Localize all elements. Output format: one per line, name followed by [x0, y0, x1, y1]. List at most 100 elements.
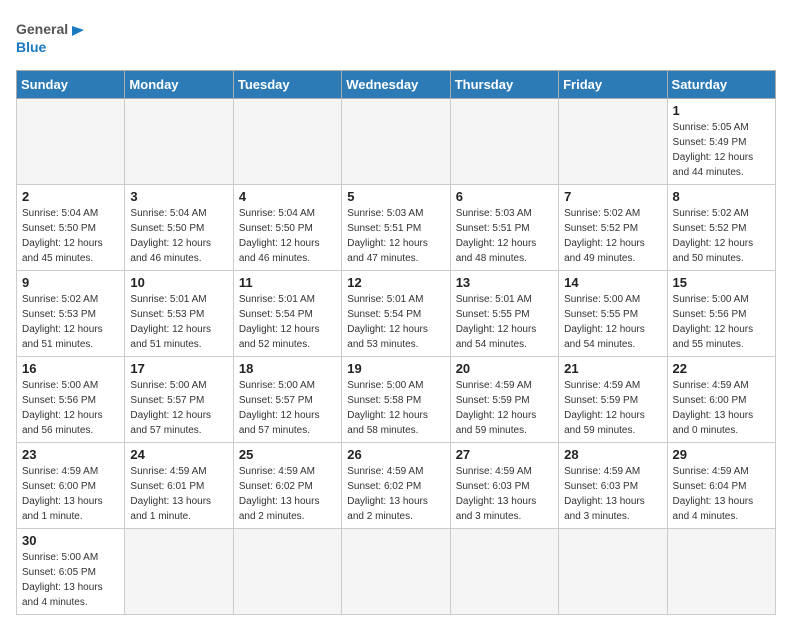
day-info: Sunrise: 5:00 AMSunset: 5:56 PMDaylight:… — [673, 292, 770, 352]
day-info: Sunrise: 5:03 AMSunset: 5:51 PMDaylight:… — [347, 206, 444, 266]
calendar-week-row: 16 Sunrise: 5:00 AMSunset: 5:56 PMDayligh… — [17, 357, 776, 443]
day-info: Sunrise: 5:04 AMSunset: 5:50 PMDaylight:… — [22, 206, 119, 266]
calendar-cell: 15Sunrise: 5:00 AMSunset: 5:56 PMDayligh… — [667, 271, 775, 357]
day-header: Sunday — [17, 71, 125, 99]
calendar-cell: 23 Sunrise: 4:59 AMSunset: 6:00 PMDayligh… — [17, 443, 125, 529]
calendar-cell — [233, 99, 341, 185]
day-number: 12 — [347, 275, 444, 290]
day-number: 24 — [130, 447, 227, 462]
day-info: Sunrise: 5:04 AMSunset: 5:50 PMDaylight:… — [130, 206, 227, 266]
day-info: Sunrise: 4:59 AMSunset: 6:00 PMDaylight:… — [22, 464, 119, 524]
calendar-cell: 8Sunrise: 5:02 AMSunset: 5:52 PMDaylight… — [667, 185, 775, 271]
day-info: Sunrise: 5:02 AMSunset: 5:53 PMDaylight:… — [22, 292, 119, 352]
calendar-cell: 28 Sunrise: 4:59 AMSunset: 6:03 PMDayligh… — [559, 443, 667, 529]
calendar-week-row: 30 Sunrise: 5:00 AMSunset: 6:05 PMDayligh… — [17, 529, 776, 615]
calendar-header-row: SundayMondayTuesdayWednesdayThursdayFrid… — [17, 71, 776, 99]
calendar-cell: 18 Sunrise: 5:00 AMSunset: 5:57 PMDayligh… — [233, 357, 341, 443]
day-number: 23 — [22, 447, 119, 462]
svg-text:Blue: Blue — [16, 39, 47, 55]
calendar-cell: 16 Sunrise: 5:00 AMSunset: 5:56 PMDayligh… — [17, 357, 125, 443]
calendar-cell: 2 Sunrise: 5:04 AMSunset: 5:50 PMDaylight… — [17, 185, 125, 271]
day-info: Sunrise: 5:02 AMSunset: 5:52 PMDaylight:… — [564, 206, 661, 266]
calendar-cell: 26 Sunrise: 4:59 AMSunset: 6:02 PMDayligh… — [342, 443, 450, 529]
day-info: Sunrise: 5:03 AMSunset: 5:51 PMDaylight:… — [456, 206, 553, 266]
day-info: Sunrise: 5:01 AMSunset: 5:53 PMDaylight:… — [130, 292, 227, 352]
svg-text:General: General — [16, 21, 68, 37]
calendar-cell — [342, 529, 450, 615]
day-info: Sunrise: 5:01 AMSunset: 5:55 PMDaylight:… — [456, 292, 553, 352]
day-header: Wednesday — [342, 71, 450, 99]
day-number: 21 — [564, 361, 661, 376]
day-info: Sunrise: 5:00 AMSunset: 5:58 PMDaylight:… — [347, 378, 444, 438]
calendar-cell: 10Sunrise: 5:01 AMSunset: 5:53 PMDayligh… — [125, 271, 233, 357]
calendar-cell: 11Sunrise: 5:01 AMSunset: 5:54 PMDayligh… — [233, 271, 341, 357]
calendar-cell: 25Sunrise: 4:59 AMSunset: 6:02 PMDayligh… — [233, 443, 341, 529]
day-number: 28 — [564, 447, 661, 462]
day-info: Sunrise: 4:59 AMSunset: 6:02 PMDaylight:… — [239, 464, 336, 524]
calendar-cell: 14Sunrise: 5:00 AMSunset: 5:55 PMDayligh… — [559, 271, 667, 357]
day-number: 4 — [239, 189, 336, 204]
day-number: 1 — [673, 103, 770, 118]
day-number: 8 — [673, 189, 770, 204]
day-info: Sunrise: 4:59 AMSunset: 6:02 PMDaylight:… — [347, 464, 444, 524]
calendar-week-row: 1 Sunrise: 5:05 AMSunset: 5:49 PMDaylight… — [17, 99, 776, 185]
day-number: 29 — [673, 447, 770, 462]
day-info: Sunrise: 5:04 AMSunset: 5:50 PMDaylight:… — [239, 206, 336, 266]
calendar-cell — [125, 99, 233, 185]
calendar: SundayMondayTuesdayWednesdayThursdayFrid… — [16, 70, 776, 615]
day-info: Sunrise: 4:59 AMSunset: 6:00 PMDaylight:… — [673, 378, 770, 438]
calendar-cell: 4 Sunrise: 5:04 AMSunset: 5:50 PMDaylight… — [233, 185, 341, 271]
calendar-week-row: 23 Sunrise: 4:59 AMSunset: 6:00 PMDayligh… — [17, 443, 776, 529]
day-number: 16 — [22, 361, 119, 376]
logo: General Blue — [16, 16, 86, 60]
calendar-cell: 30 Sunrise: 5:00 AMSunset: 6:05 PMDayligh… — [17, 529, 125, 615]
calendar-cell: 22 Sunrise: 4:59 AMSunset: 6:00 PMDayligh… — [667, 357, 775, 443]
logo-svg: General Blue — [16, 16, 86, 60]
calendar-cell: 24 Sunrise: 4:59 AMSunset: 6:01 PMDayligh… — [125, 443, 233, 529]
calendar-cell: 9Sunrise: 5:02 AMSunset: 5:53 PMDaylight… — [17, 271, 125, 357]
day-info: Sunrise: 4:59 AMSunset: 6:03 PMDaylight:… — [456, 464, 553, 524]
calendar-cell: 19 Sunrise: 5:00 AMSunset: 5:58 PMDayligh… — [342, 357, 450, 443]
calendar-cell — [667, 529, 775, 615]
calendar-cell: 3 Sunrise: 5:04 AMSunset: 5:50 PMDaylight… — [125, 185, 233, 271]
day-info: Sunrise: 5:00 AMSunset: 5:55 PMDaylight:… — [564, 292, 661, 352]
day-number: 5 — [347, 189, 444, 204]
day-number: 6 — [456, 189, 553, 204]
header: General Blue — [16, 16, 776, 60]
day-header: Monday — [125, 71, 233, 99]
day-number: 30 — [22, 533, 119, 548]
day-info: Sunrise: 5:00 AMSunset: 5:57 PMDaylight:… — [130, 378, 227, 438]
day-info: Sunrise: 4:59 AMSunset: 5:59 PMDaylight:… — [564, 378, 661, 438]
calendar-cell — [559, 99, 667, 185]
day-info: Sunrise: 5:00 AMSunset: 5:57 PMDaylight:… — [239, 378, 336, 438]
day-info: Sunrise: 5:00 AMSunset: 6:05 PMDaylight:… — [22, 550, 119, 610]
day-number: 27 — [456, 447, 553, 462]
day-info: Sunrise: 4:59 AMSunset: 5:59 PMDaylight:… — [456, 378, 553, 438]
calendar-cell: 27 Sunrise: 4:59 AMSunset: 6:03 PMDayligh… — [450, 443, 558, 529]
day-number: 26 — [347, 447, 444, 462]
day-header: Friday — [559, 71, 667, 99]
day-number: 3 — [130, 189, 227, 204]
calendar-cell: 21 Sunrise: 4:59 AMSunset: 5:59 PMDayligh… — [559, 357, 667, 443]
day-number: 22 — [673, 361, 770, 376]
day-header: Tuesday — [233, 71, 341, 99]
calendar-cell: 17Sunrise: 5:00 AMSunset: 5:57 PMDayligh… — [125, 357, 233, 443]
day-number: 2 — [22, 189, 119, 204]
calendar-cell — [559, 529, 667, 615]
day-number: 18 — [239, 361, 336, 376]
calendar-cell — [342, 99, 450, 185]
calendar-week-row: 9Sunrise: 5:02 AMSunset: 5:53 PMDaylight… — [17, 271, 776, 357]
day-info: Sunrise: 5:00 AMSunset: 5:56 PMDaylight:… — [22, 378, 119, 438]
day-info: Sunrise: 4:59 AMSunset: 6:03 PMDaylight:… — [564, 464, 661, 524]
calendar-cell — [233, 529, 341, 615]
day-header: Saturday — [667, 71, 775, 99]
day-info: Sunrise: 5:01 AMSunset: 5:54 PMDaylight:… — [347, 292, 444, 352]
day-info: Sunrise: 5:05 AMSunset: 5:49 PMDaylight:… — [673, 120, 770, 180]
day-info: Sunrise: 4:59 AMSunset: 6:01 PMDaylight:… — [130, 464, 227, 524]
day-number: 19 — [347, 361, 444, 376]
calendar-cell — [125, 529, 233, 615]
calendar-cell: 20Sunrise: 4:59 AMSunset: 5:59 PMDayligh… — [450, 357, 558, 443]
calendar-cell — [17, 99, 125, 185]
calendar-cell: 29Sunrise: 4:59 AMSunset: 6:04 PMDayligh… — [667, 443, 775, 529]
calendar-week-row: 2 Sunrise: 5:04 AMSunset: 5:50 PMDaylight… — [17, 185, 776, 271]
